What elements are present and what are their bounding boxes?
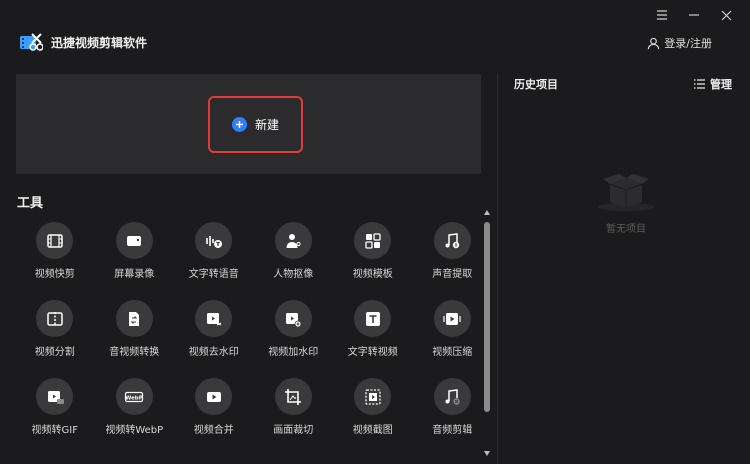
compress-icon: [443, 312, 461, 325]
text-to-speech-icon: [205, 235, 222, 248]
scroll-down-arrow-icon[interactable]: [484, 451, 490, 456]
tool-text-to-speech[interactable]: 文字转语音: [174, 220, 254, 298]
tool-label: 视频分割: [34, 347, 75, 358]
panel-divider: [497, 74, 498, 464]
text-icon: [365, 311, 380, 326]
crop-icon: [285, 388, 302, 405]
tool-video-quick-cut[interactable]: 视频快剪: [15, 220, 95, 298]
tool-label: 文字转语音: [188, 269, 239, 280]
tools-grid: 视频快剪 屏幕录像 文字转语音 人物抠像 视频模板 声音提取 视频分割 音视频转…: [15, 220, 480, 454]
app-logo-icon: [20, 33, 43, 51]
remove-watermark-icon: [206, 312, 221, 325]
split-icon: [47, 311, 63, 326]
tool-video-merge[interactable]: 视频合并: [174, 376, 254, 454]
tool-video-compress[interactable]: 视频压缩: [413, 298, 493, 376]
tool-label: 文字转视频: [347, 347, 398, 358]
screenshot-icon: [365, 388, 381, 405]
empty-box-icon: [598, 174, 654, 211]
tool-label: 视频压缩: [432, 347, 473, 358]
gif-icon: [47, 390, 64, 404]
tool-label: 视频转GIF: [31, 425, 78, 436]
add-watermark-icon: [286, 312, 302, 327]
new-project-label: 新建: [254, 118, 279, 132]
tool-label: 视频模板: [352, 269, 393, 280]
manage-button[interactable]: 管理: [694, 76, 732, 92]
history-title: 历史项目: [514, 78, 558, 91]
tool-text-to-video[interactable]: 文字转视频: [333, 298, 413, 376]
tool-label: 屏幕录像: [114, 269, 155, 280]
tool-video-to-gif[interactable]: 视频转GIF: [15, 376, 95, 454]
close-button[interactable]: [710, 4, 742, 26]
audio-cut-icon: [445, 388, 460, 405]
plus-circle-icon: [231, 117, 247, 132]
minimize-icon: [689, 14, 699, 16]
tool-video-screenshot[interactable]: 视频截图: [333, 376, 413, 454]
tool-person-matting[interactable]: 人物抠像: [254, 220, 334, 298]
close-icon: [721, 10, 731, 20]
manage-label: 管理: [710, 78, 732, 91]
tool-label: 视频合并: [193, 425, 234, 436]
scroll-thumb[interactable]: [484, 222, 490, 412]
film-icon: [47, 233, 63, 248]
tool-label: 视频快剪: [34, 269, 75, 280]
music-note-icon: [445, 232, 460, 248]
empty-history-label: 暂无项目: [606, 224, 646, 235]
menu-button[interactable]: [646, 4, 678, 26]
login-button[interactable]: 登录/注册: [647, 35, 712, 51]
camera-icon: [127, 235, 142, 246]
tool-av-convert[interactable]: 音视频转换: [95, 298, 175, 376]
tool-screen-record[interactable]: 屏幕录像: [95, 220, 175, 298]
merge-icon: [206, 391, 221, 402]
tool-add-watermark[interactable]: 视频加水印: [254, 298, 334, 376]
scroll-up-arrow-icon[interactable]: [484, 210, 490, 215]
tools-heading: 工具: [17, 196, 44, 211]
tool-label: 人物抠像: [273, 269, 314, 280]
tool-label: 声音提取: [432, 269, 473, 280]
svg-text:WebP: WebP: [125, 395, 143, 401]
tool-remove-watermark[interactable]: 视频去水印: [174, 298, 254, 376]
tool-video-to-webp[interactable]: WebP 视频转WebP: [95, 376, 175, 454]
tool-video-template[interactable]: 视频模板: [333, 220, 413, 298]
tool-label: 音视频转换: [109, 347, 160, 358]
person-icon: [286, 233, 301, 248]
tool-label: 视频去水印: [188, 347, 239, 358]
tool-label: 视频截图: [352, 425, 393, 436]
minimize-button[interactable]: [678, 4, 710, 26]
window-controls: [646, 4, 742, 26]
webp-icon: WebP: [125, 391, 144, 402]
tool-label: 视频加水印: [268, 347, 319, 358]
tool-video-split[interactable]: 视频分割: [15, 298, 95, 376]
new-project-button[interactable]: 新建: [208, 96, 303, 153]
menu-icon: [657, 10, 667, 20]
tool-label: 视频转WebP: [105, 425, 164, 436]
new-project-panel: 新建: [16, 74, 481, 174]
tool-audio-cut[interactable]: 音频剪辑: [413, 376, 493, 454]
template-icon: [365, 232, 381, 249]
convert-icon: [129, 311, 140, 326]
tools-scrollbar[interactable]: [483, 210, 492, 456]
tool-audio-extract[interactable]: 声音提取: [413, 220, 493, 298]
app-title: 迅捷视频剪辑软件: [51, 36, 148, 50]
tool-crop[interactable]: 画面裁切: [254, 376, 334, 454]
user-icon: [648, 37, 660, 49]
list-icon: [694, 79, 705, 89]
tool-label: 画面裁切: [273, 425, 314, 436]
tool-label: 音频剪辑: [432, 425, 473, 436]
login-label: 登录/注册: [664, 37, 712, 50]
